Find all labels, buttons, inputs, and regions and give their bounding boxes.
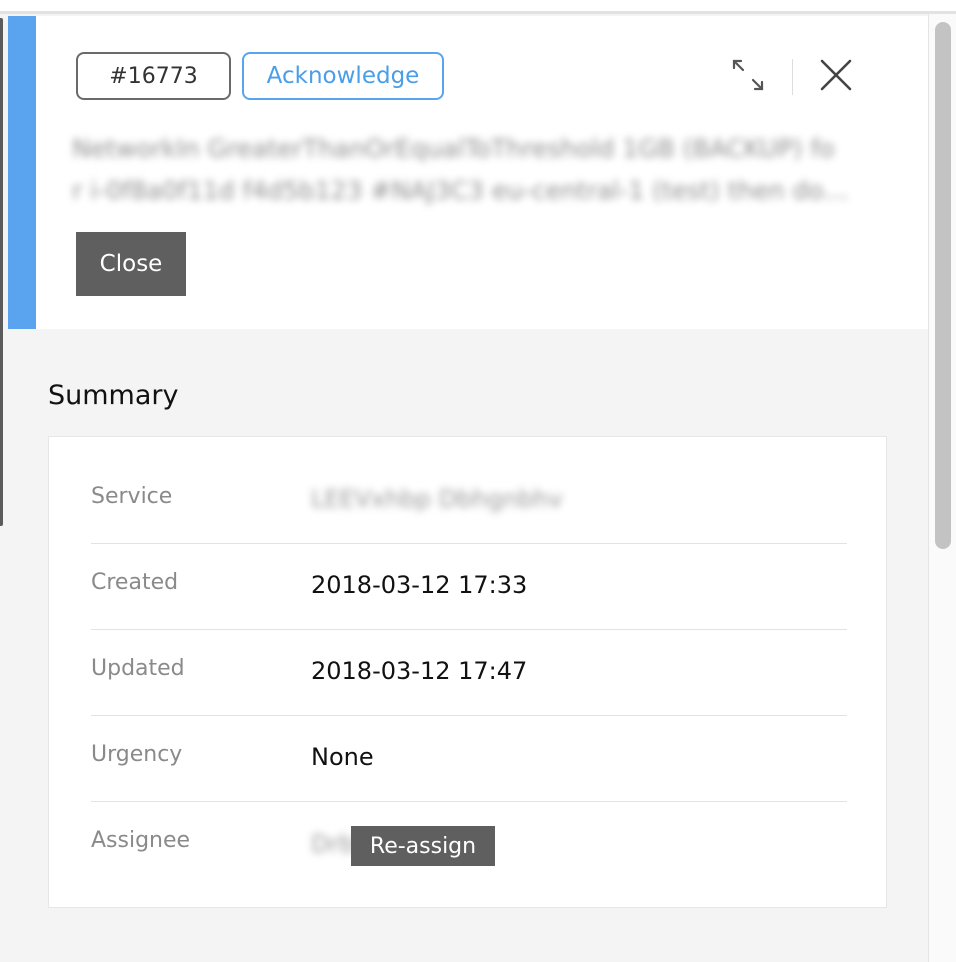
expand-icon[interactable] <box>728 55 768 95</box>
summary-row-updated: Updated 2018-03-12 17:47 <box>91 629 847 716</box>
incident-header: #16773 Acknowledge NetworkIn GreaterThan… <box>8 16 928 329</box>
acknowledge-button[interactable]: Acknowledge <box>242 52 444 100</box>
row-label: Assignee <box>91 828 191 853</box>
summary-heading: Summary <box>48 380 179 411</box>
close-icon-graphic <box>820 59 852 91</box>
top-divider <box>0 0 956 14</box>
close-icon[interactable] <box>816 55 856 95</box>
summary-row-created: Created 2018-03-12 17:33 <box>91 543 847 630</box>
incident-title-line-1: NetworkIn GreaterThanOrEqualToThreshold … <box>72 134 835 163</box>
summary-row-service: Service LEEVxhbp Dbhgnbhv <box>91 457 847 544</box>
row-label: Updated <box>91 656 185 681</box>
row-value: None <box>311 743 374 771</box>
row-value: 2018-03-12 17:33 <box>311 571 528 599</box>
summary-row-urgency: Urgency None <box>91 715 847 802</box>
reassign-button[interactable]: Re-assign <box>351 826 495 866</box>
row-label: Urgency <box>91 742 183 767</box>
expand-icon-graphic <box>732 59 764 91</box>
left-panel-edge <box>0 18 3 526</box>
row-label: Service <box>91 484 173 509</box>
row-value: LEEVxhbp Dbhgnbhv <box>311 485 563 513</box>
incident-title: NetworkIn GreaterThanOrEqualToThreshold … <box>72 128 892 212</box>
summary-card: Service LEEVxhbp Dbhgnbhv Created 2018-0… <box>48 436 887 908</box>
scrollbar-thumb[interactable] <box>935 22 951 549</box>
incident-id-badge: #16773 <box>76 52 231 100</box>
row-value: 2018-03-12 17:47 <box>311 657 528 685</box>
close-incident-button[interactable]: Close <box>76 232 186 296</box>
status-accent-bar <box>8 16 36 329</box>
header-divider <box>792 59 793 95</box>
row-label: Created <box>91 570 179 595</box>
incident-title-line-2: r i-0f8a0f11d f4d5b123 #NAJ3C3 eu-centra… <box>72 176 849 205</box>
